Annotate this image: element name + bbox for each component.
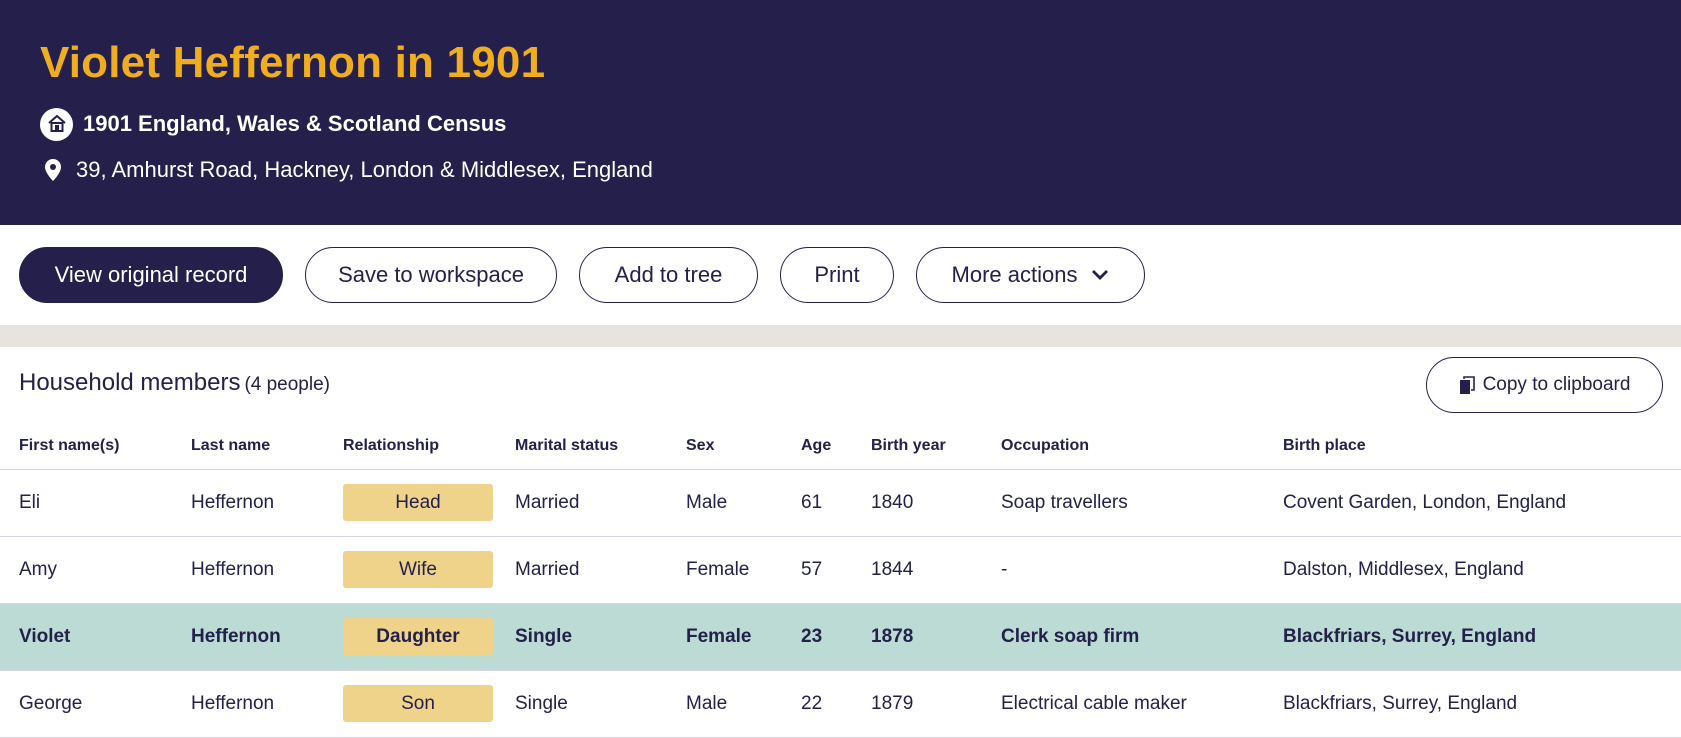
relationship-badge: Son bbox=[343, 685, 493, 722]
record-header: Violet Heffernon in 1901 1901 England, W… bbox=[0, 0, 1681, 225]
copy-to-clipboard-button[interactable]: Copy to clipboard bbox=[1426, 357, 1663, 413]
column-header[interactable]: Marital status bbox=[515, 423, 686, 470]
birth-place-cell: Dalston, Middlesex, England bbox=[1283, 536, 1681, 604]
column-header[interactable]: Last name bbox=[191, 423, 343, 470]
household-panel: Household members (4 people) Copy to clip… bbox=[0, 347, 1681, 738]
relationship-badge: Head bbox=[343, 484, 493, 521]
table-row[interactable]: Eli Heffernon Head Married Male 61 1840 … bbox=[0, 469, 1681, 537]
age-cell: 22 bbox=[801, 670, 871, 738]
chevron-down-icon bbox=[1091, 269, 1109, 281]
table-header-row: First name(s) Last name Relationship Mar… bbox=[0, 423, 1681, 470]
map-pin-icon bbox=[44, 157, 64, 183]
page-title: Violet Heffernon in 1901 bbox=[40, 38, 546, 87]
table-row-selected[interactable]: Violet Heffernon Daughter Single Female … bbox=[0, 603, 1681, 671]
add-to-tree-button[interactable]: Add to tree bbox=[579, 247, 758, 303]
relationship-badge: Daughter bbox=[343, 618, 493, 655]
relationship-cell: Daughter bbox=[343, 603, 515, 671]
age-cell: 23 bbox=[801, 603, 871, 671]
birth-year-cell: 1844 bbox=[871, 536, 1001, 604]
marital-status-cell: Married bbox=[515, 469, 686, 537]
column-header[interactable]: Sex bbox=[686, 423, 801, 470]
occupation-cell: Clerk soap firm bbox=[1001, 603, 1283, 671]
section-divider bbox=[0, 325, 1681, 347]
household-count: (4 people) bbox=[244, 374, 330, 395]
sex-cell: Female bbox=[686, 536, 801, 604]
occupation-cell: - bbox=[1001, 536, 1283, 604]
birth-year-cell: 1878 bbox=[871, 603, 1001, 671]
occupation-cell: Electrical cable maker bbox=[1001, 670, 1283, 738]
relationship-cell: Son bbox=[343, 670, 515, 738]
house-icon bbox=[40, 107, 73, 141]
more-actions-label: More actions bbox=[951, 262, 1078, 287]
column-header[interactable]: Occupation bbox=[1001, 423, 1283, 470]
column-header[interactable]: First name(s) bbox=[0, 423, 191, 470]
relationship-cell: Head bbox=[343, 469, 515, 537]
first-name-cell: Amy bbox=[0, 536, 191, 604]
more-actions-button[interactable]: More actions bbox=[916, 247, 1145, 303]
birth-year-cell: 1840 bbox=[871, 469, 1001, 537]
age-cell: 61 bbox=[801, 469, 871, 537]
first-name-cell: George bbox=[0, 670, 191, 738]
print-button[interactable]: Print bbox=[780, 247, 894, 303]
household-title: Household members (4 people) bbox=[19, 369, 330, 397]
relationship-badge: Wife bbox=[343, 551, 493, 588]
first-name-cell: Eli bbox=[0, 469, 191, 537]
birth-place-cell: Blackfriars, Surrey, England bbox=[1283, 603, 1681, 671]
collection-name[interactable]: 1901 England, Wales & Scotland Census bbox=[83, 111, 506, 137]
household-title-text: Household members bbox=[19, 369, 241, 396]
column-header[interactable]: Relationship bbox=[343, 423, 515, 470]
relationship-cell: Wife bbox=[343, 536, 515, 604]
household-table: First name(s) Last name Relationship Mar… bbox=[0, 423, 1681, 738]
marital-status-cell: Single bbox=[515, 603, 686, 671]
first-name-cell: Violet bbox=[0, 603, 191, 671]
copy-icon bbox=[1459, 375, 1475, 395]
age-cell: 57 bbox=[801, 536, 871, 604]
marital-status-cell: Single bbox=[515, 670, 686, 738]
last-name-cell: Heffernon bbox=[191, 469, 343, 537]
column-header[interactable]: Birth year bbox=[871, 423, 1001, 470]
table-row[interactable]: Amy Heffernon Wife Married Female 57 184… bbox=[0, 536, 1681, 604]
last-name-cell: Heffernon bbox=[191, 603, 343, 671]
marital-status-cell: Married bbox=[515, 536, 686, 604]
view-original-record-button[interactable]: View original record bbox=[19, 247, 283, 303]
action-bar: View original record Save to workspace A… bbox=[0, 225, 1681, 325]
collection-row: 1901 England, Wales & Scotland Census bbox=[40, 107, 506, 141]
last-name-cell: Heffernon bbox=[191, 670, 343, 738]
location-text: 39, Amhurst Road, Hackney, London & Midd… bbox=[76, 157, 653, 182]
copy-label: Copy to clipboard bbox=[1482, 374, 1631, 395]
birth-place-cell: Blackfriars, Surrey, England bbox=[1283, 670, 1681, 738]
table-row[interactable]: George Heffernon Son Single Male 22 1879… bbox=[0, 670, 1681, 738]
birth-year-cell: 1879 bbox=[871, 670, 1001, 738]
sex-cell: Female bbox=[686, 603, 801, 671]
location-row: 39, Amhurst Road, Hackney, London & Midd… bbox=[44, 155, 653, 185]
last-name-cell: Heffernon bbox=[191, 536, 343, 604]
column-header[interactable]: Age bbox=[801, 423, 871, 470]
save-to-workspace-button[interactable]: Save to workspace bbox=[305, 247, 557, 303]
occupation-cell: Soap travellers bbox=[1001, 469, 1283, 537]
column-header[interactable]: Birth place bbox=[1283, 423, 1681, 470]
sex-cell: Male bbox=[686, 670, 801, 738]
birth-place-cell: Covent Garden, London, England bbox=[1283, 469, 1681, 537]
sex-cell: Male bbox=[686, 469, 801, 537]
